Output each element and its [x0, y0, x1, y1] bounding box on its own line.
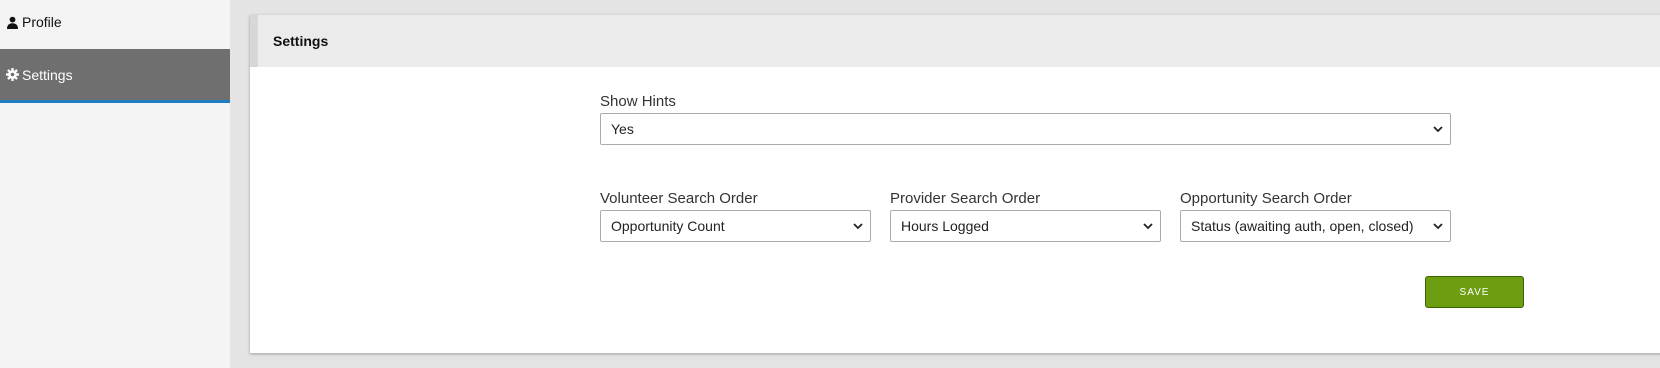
sidebar-item-profile[interactable]: Profile [0, 4, 230, 40]
provider-order-label: Provider Search Order [890, 190, 1041, 207]
show-hints-label: Show Hints [600, 93, 676, 110]
sidebar-item-settings[interactable]: Settings [0, 49, 230, 103]
opportunity-order-select[interactable]: Status (awaiting auth, open, closed) [1180, 210, 1451, 242]
opportunity-order-value: Status (awaiting auth, open, closed) [1191, 218, 1414, 234]
provider-order-value: Hours Logged [901, 218, 989, 234]
gear-icon [6, 68, 19, 81]
sidebar-item-label: Settings [22, 66, 73, 83]
sidebar-item-label: Profile [22, 14, 62, 30]
chevron-down-icon [853, 223, 863, 230]
panel-title: Settings [250, 15, 1660, 67]
chevron-down-icon [1143, 223, 1153, 230]
opportunity-order-label: Opportunity Search Order [1180, 190, 1352, 207]
show-hints-select[interactable]: Yes [600, 113, 1451, 145]
volunteer-order-select[interactable]: Opportunity Count [600, 210, 871, 242]
volunteer-order-value: Opportunity Count [611, 218, 725, 234]
volunteer-order-label: Volunteer Search Order [600, 190, 758, 207]
settings-panel: Settings Show Hints Yes Volunteer Search… [250, 15, 1660, 353]
show-hints-value: Yes [611, 121, 634, 137]
provider-order-select[interactable]: Hours Logged [890, 210, 1161, 242]
save-button[interactable]: SAVE [1425, 276, 1524, 308]
chevron-down-icon [1433, 223, 1443, 230]
chevron-down-icon [1433, 126, 1443, 133]
user-icon [6, 16, 19, 29]
sidebar: Profile Settings [0, 0, 230, 368]
